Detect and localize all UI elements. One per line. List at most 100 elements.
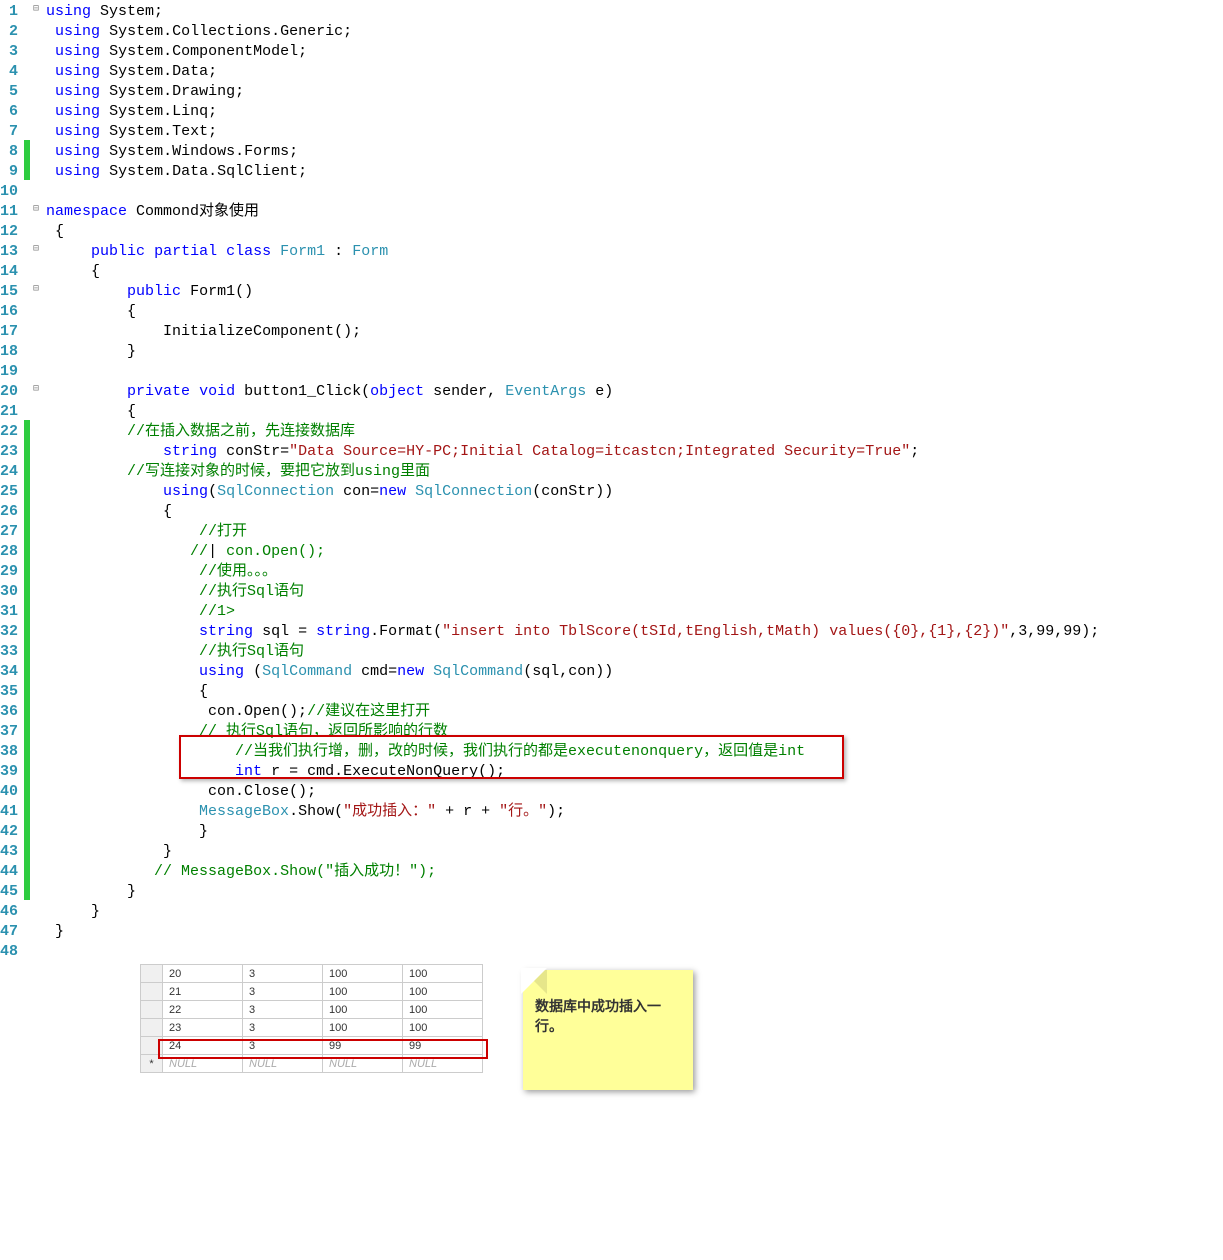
code-line[interactable]: string conStr="Data Source=HY-PC;Initial… bbox=[46, 442, 1223, 462]
code-line[interactable]: // 执行Sql语句，返回所影响的行数 bbox=[46, 722, 1223, 742]
code-line[interactable]: using System.Collections.Generic; bbox=[46, 22, 1223, 42]
table-cell[interactable]: 99 bbox=[323, 1037, 403, 1055]
table-row[interactable]: *NULLNULLNULLNULL bbox=[141, 1055, 483, 1073]
code-line[interactable]: using System.Text; bbox=[46, 122, 1223, 142]
code-line[interactable] bbox=[46, 182, 1223, 202]
table-cell[interactable]: 100 bbox=[403, 983, 483, 1001]
table-row[interactable]: 2439999 bbox=[141, 1037, 483, 1055]
code-line[interactable]: using System.Drawing; bbox=[46, 82, 1223, 102]
table-cell[interactable]: 100 bbox=[323, 965, 403, 983]
code-line[interactable]: using (SqlCommand cmd=new SqlCommand(sql… bbox=[46, 662, 1223, 682]
code-line[interactable]: { bbox=[46, 262, 1223, 282]
table-cell[interactable]: NULL bbox=[163, 1055, 243, 1073]
code-line[interactable]: //1> bbox=[46, 602, 1223, 622]
fold-spacer bbox=[30, 140, 42, 160]
code-line[interactable] bbox=[46, 362, 1223, 382]
table-cell[interactable]: 100 bbox=[323, 983, 403, 1001]
table-cell[interactable]: 3 bbox=[243, 1019, 323, 1037]
row-header[interactable]: * bbox=[141, 1055, 163, 1073]
code-editor[interactable]: 1234567891011121314151617181920212223242… bbox=[0, 0, 1223, 964]
code-line[interactable]: using System.ComponentModel; bbox=[46, 42, 1223, 62]
code-line[interactable]: private void button1_Click(object sender… bbox=[46, 382, 1223, 402]
table-cell[interactable]: NULL bbox=[323, 1055, 403, 1073]
fold-toggle-icon[interactable]: ⊟ bbox=[30, 200, 42, 220]
code-line[interactable]: using System.Linq; bbox=[46, 102, 1223, 122]
table-cell[interactable]: 99 bbox=[403, 1037, 483, 1055]
table-cell[interactable]: 100 bbox=[403, 1001, 483, 1019]
code-line[interactable]: } bbox=[46, 922, 1223, 942]
code-line[interactable]: { bbox=[46, 682, 1223, 702]
table-cell[interactable]: 3 bbox=[243, 1001, 323, 1019]
code-line[interactable]: using System.Data; bbox=[46, 62, 1223, 82]
code-area[interactable]: using System; using System.Collections.G… bbox=[42, 0, 1223, 964]
table-cell[interactable]: 3 bbox=[243, 983, 323, 1001]
table-cell[interactable]: 3 bbox=[243, 1037, 323, 1055]
fold-toggle-icon[interactable]: ⊟ bbox=[30, 280, 42, 300]
table-cell[interactable]: 100 bbox=[403, 965, 483, 983]
table-cell[interactable]: 22 bbox=[163, 1001, 243, 1019]
code-line[interactable]: { bbox=[46, 502, 1223, 522]
code-line[interactable]: //执行Sql语句 bbox=[46, 582, 1223, 602]
code-line[interactable]: { bbox=[46, 302, 1223, 322]
table-cell[interactable]: NULL bbox=[243, 1055, 323, 1073]
code-line[interactable]: int r = cmd.ExecuteNonQuery(); bbox=[46, 762, 1223, 782]
code-line[interactable]: con.Close(); bbox=[46, 782, 1223, 802]
line-number: 38 bbox=[0, 742, 20, 762]
code-line[interactable]: con.Open();//建议在这里打开 bbox=[46, 702, 1223, 722]
fold-column[interactable]: ⊟ ⊟ ⊟ ⊟ ⊟ bbox=[30, 0, 42, 964]
code-line[interactable]: using(SqlConnection con=new SqlConnectio… bbox=[46, 482, 1223, 502]
fold-toggle-icon[interactable]: ⊟ bbox=[30, 0, 42, 20]
row-header[interactable] bbox=[141, 983, 163, 1001]
row-header[interactable] bbox=[141, 1019, 163, 1037]
table-row[interactable]: 233100100 bbox=[141, 1019, 483, 1037]
code-line[interactable]: using System.Data.SqlClient; bbox=[46, 162, 1223, 182]
editor-wrap: 1234567891011121314151617181920212223242… bbox=[0, 0, 1223, 964]
table-cell[interactable]: NULL bbox=[403, 1055, 483, 1073]
table-cell[interactable]: 20 bbox=[163, 965, 243, 983]
table-cell[interactable]: 23 bbox=[163, 1019, 243, 1037]
code-line[interactable]: } bbox=[46, 842, 1223, 862]
code-line[interactable]: using System; bbox=[46, 2, 1223, 22]
code-line[interactable]: } bbox=[46, 822, 1223, 842]
code-line[interactable]: public Form1() bbox=[46, 282, 1223, 302]
table-cell[interactable]: 24 bbox=[163, 1037, 243, 1055]
code-line[interactable]: //打开 bbox=[46, 522, 1223, 542]
table-row[interactable]: 203100100 bbox=[141, 965, 483, 983]
db-result-table[interactable]: 2031001002131001002231001002331001002439… bbox=[140, 964, 483, 1073]
code-line[interactable]: { bbox=[46, 402, 1223, 422]
code-line[interactable]: //当我们执行增，删，改的时候，我们执行的都是executenonquery，返… bbox=[46, 742, 1223, 762]
code-line[interactable]: namespace Commond对象使用 bbox=[46, 202, 1223, 222]
code-line[interactable]: string sql = string.Format("insert into … bbox=[46, 622, 1223, 642]
row-header[interactable] bbox=[141, 965, 163, 983]
code-line[interactable]: //使用。。。 bbox=[46, 562, 1223, 582]
fold-toggle-icon[interactable]: ⊟ bbox=[30, 240, 42, 260]
line-number: 40 bbox=[0, 782, 20, 802]
table-cell[interactable]: 100 bbox=[323, 1001, 403, 1019]
code-line[interactable]: // MessageBox.Show("插入成功！"); bbox=[46, 862, 1223, 882]
code-line[interactable]: //| con.Open(); bbox=[46, 542, 1223, 562]
sticky-note: 数据库中成功插入一行。 bbox=[523, 970, 693, 1090]
table-cell[interactable]: 21 bbox=[163, 983, 243, 1001]
code-line[interactable]: //执行Sql语句 bbox=[46, 642, 1223, 662]
code-line[interactable]: } bbox=[46, 342, 1223, 362]
fold-toggle-icon[interactable]: ⊟ bbox=[30, 380, 42, 400]
line-number: 21 bbox=[0, 402, 20, 422]
code-line[interactable]: InitializeComponent(); bbox=[46, 322, 1223, 342]
code-line[interactable]: } bbox=[46, 882, 1223, 902]
code-line[interactable]: } bbox=[46, 902, 1223, 922]
code-line[interactable]: public partial class Form1 : Form bbox=[46, 242, 1223, 262]
table-cell[interactable]: 100 bbox=[323, 1019, 403, 1037]
code-line[interactable]: MessageBox.Show("成功插入：" + r + "行。"); bbox=[46, 802, 1223, 822]
code-line[interactable]: //在插入数据之前，先连接数据库 bbox=[46, 422, 1223, 442]
table-row[interactable]: 213100100 bbox=[141, 983, 483, 1001]
fold-spacer bbox=[30, 820, 42, 840]
table-cell[interactable]: 100 bbox=[403, 1019, 483, 1037]
row-header[interactable] bbox=[141, 1037, 163, 1055]
table-cell[interactable]: 3 bbox=[243, 965, 323, 983]
table-row[interactable]: 223100100 bbox=[141, 1001, 483, 1019]
code-line[interactable]: { bbox=[46, 222, 1223, 242]
row-header[interactable] bbox=[141, 1001, 163, 1019]
code-line[interactable]: //写连接对象的时候，要把它放到using里面 bbox=[46, 462, 1223, 482]
code-line[interactable]: using System.Windows.Forms; bbox=[46, 142, 1223, 162]
code-line[interactable] bbox=[46, 942, 1223, 962]
